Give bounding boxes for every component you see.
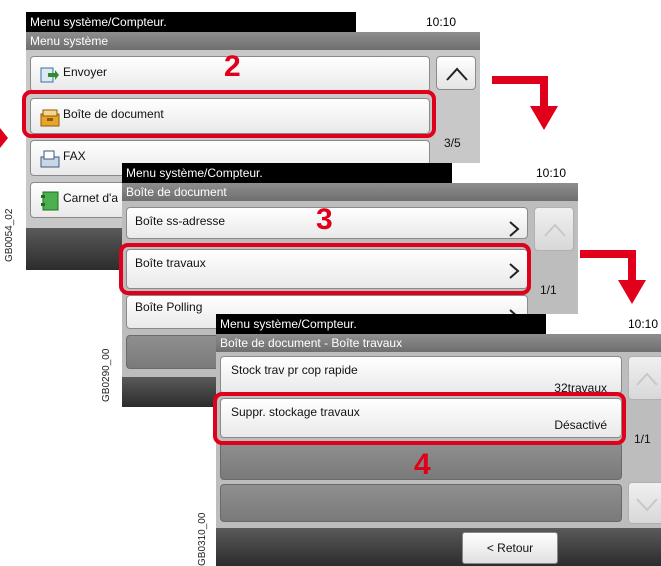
clock: 10:10	[628, 317, 659, 331]
scroll-up-button[interactable]	[628, 356, 661, 400]
title-bar: Menu système/Compteur. 10:10	[26, 12, 480, 32]
menu-item-label: Boîte Polling	[135, 300, 203, 314]
scroll-up-button[interactable]	[534, 207, 574, 251]
screen-subtitle: Boîte de document - Boîte travaux	[216, 334, 661, 352]
title-bar: Menu système/Compteur. 10:10	[122, 163, 578, 183]
step-arrow-right-down	[490, 70, 570, 139]
setting-label: Stock trav pr cop rapide	[231, 363, 358, 377]
menu-item-label: Carnet d'a	[63, 191, 118, 205]
scroll-up-button[interactable]	[436, 56, 476, 90]
send-icon	[39, 65, 59, 88]
chevron-up-icon	[446, 67, 468, 81]
figure-code: GB0054_02	[4, 208, 15, 262]
clock: 10:10	[536, 166, 567, 180]
fax-icon	[39, 149, 61, 172]
figure-code: GB0310_00	[197, 512, 208, 566]
step-arrow-right-down	[578, 244, 660, 313]
figure-code: GB0290_00	[101, 348, 112, 402]
address-book-icon	[39, 190, 61, 215]
menu-item-label: Boîte ss-adresse	[135, 214, 226, 228]
clock: 10:10	[426, 15, 457, 29]
window-title: Menu système/Compteur.	[122, 163, 452, 183]
step-number-3: 3	[316, 203, 333, 236]
chevron-right-icon	[509, 221, 520, 237]
step-number-4: 4	[414, 448, 431, 481]
title-bar: Menu système/Compteur. 10:10	[216, 314, 661, 334]
highlight-document-box	[22, 90, 436, 138]
chevron-up-icon	[636, 372, 658, 386]
step-arrow-left-fragment	[0, 110, 12, 155]
window-title: Menu système/Compteur.	[216, 314, 546, 334]
chevron-down-icon	[636, 498, 658, 512]
step-number-2: 2	[224, 50, 241, 83]
window-title: Menu système/Compteur.	[26, 12, 356, 32]
scroll-down-button[interactable]	[628, 482, 661, 524]
screen-subtitle: Menu système	[26, 32, 480, 50]
setting-empty-row	[220, 484, 622, 522]
chevron-up-icon	[544, 223, 566, 237]
menu-item-label: FAX	[63, 149, 86, 163]
footer-bar: < Retour	[216, 528, 661, 566]
page-indicator: 3/5	[444, 136, 461, 150]
screen-subtitle: Boîte de document	[122, 183, 578, 201]
page-indicator: 1/1	[634, 432, 651, 446]
back-button[interactable]: < Retour	[462, 532, 558, 564]
setting-quick-copy-storage[interactable]: Stock trav pr cop rapide 32travaux	[220, 356, 622, 395]
page-indicator: 1/1	[540, 283, 557, 297]
highlight-job-box	[119, 243, 531, 295]
menu-item-label: Envoyer	[63, 65, 108, 79]
highlight-delete-job-storage	[213, 392, 626, 445]
